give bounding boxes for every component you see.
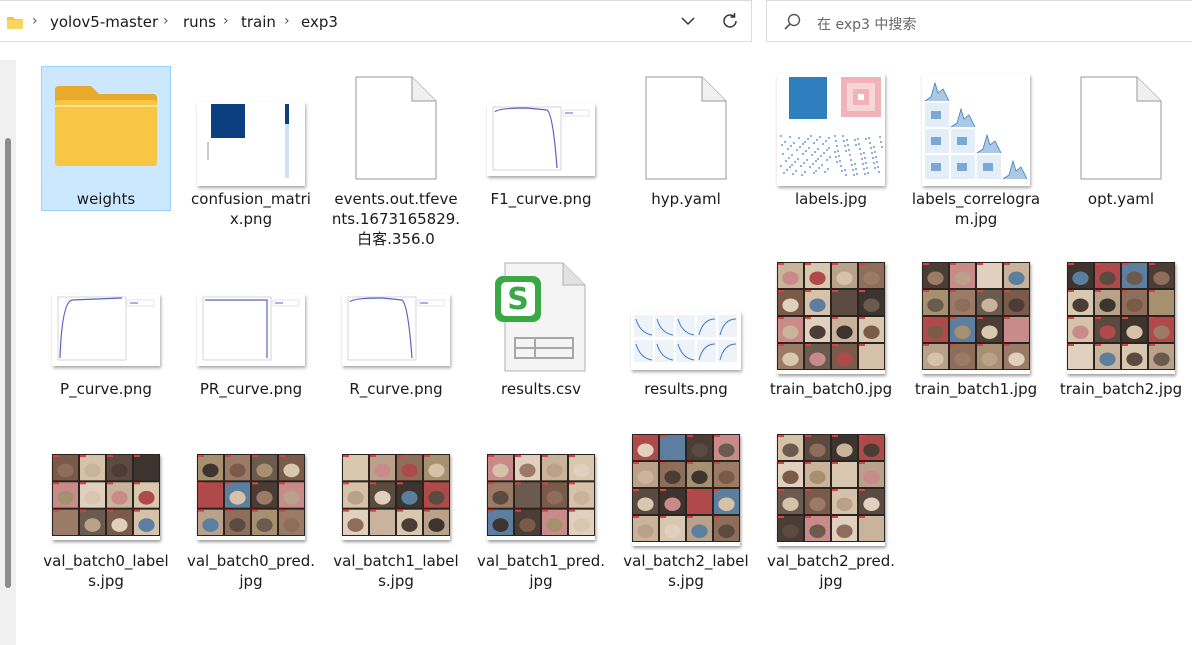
chart-thumbnail-icon xyxy=(922,74,1030,186)
file-item[interactable]: PR_curve.png xyxy=(186,256,316,406)
file-icon xyxy=(1080,76,1162,184)
file-icon xyxy=(645,76,727,184)
breadcrumb-train[interactable]: train xyxy=(241,13,276,31)
image-thumbnail-icon xyxy=(777,434,885,546)
breadcrumb-yolov5-master[interactable]: yolov5-master xyxy=(50,13,158,31)
file-name-label: hyp.yaml xyxy=(651,190,721,208)
file-item[interactable]: val_batch0_labels.jpg xyxy=(41,428,171,590)
chart-thumbnail-icon xyxy=(777,74,885,186)
breadcrumb-runs[interactable]: runs xyxy=(183,13,216,31)
file-name-label: val_batch1_labels.jpg xyxy=(333,552,459,590)
file-item[interactable]: train_batch1.jpg xyxy=(911,256,1041,406)
file-item[interactable]: val_batch0_pred.jpg xyxy=(186,428,316,590)
file-name-label: val_batch1_pred.jpg xyxy=(476,552,605,590)
file-name-label: weights xyxy=(76,190,136,208)
file-item[interactable]: F1_curve.png xyxy=(476,66,606,216)
file-name-label: val_batch2_labels.jpg xyxy=(623,552,749,590)
spreadsheet-icon: S xyxy=(495,262,587,376)
chart-thumbnail-icon xyxy=(487,104,595,176)
file-name-label: events.out.tfevents.1673165829.白客.356.0 xyxy=(331,190,461,248)
file-name-label: confusion_matrix.png xyxy=(191,190,311,228)
file-item[interactable]: train_batch2.jpg xyxy=(1056,256,1186,406)
file-name-label: F1_curve.png xyxy=(490,190,592,208)
file-name-label: val_batch0_pred.jpg xyxy=(186,552,315,590)
breadcrumb-exp3[interactable]: exp3 xyxy=(301,13,338,31)
file-item[interactable]: weights xyxy=(41,66,171,216)
file-item[interactable]: val_batch1_labels.jpg xyxy=(331,428,461,590)
file-item[interactable]: hyp.yaml xyxy=(621,66,751,216)
chart-thumbnail-icon xyxy=(52,294,160,366)
file-name-label: results.csv xyxy=(501,380,581,398)
chart-thumbnail-icon xyxy=(342,294,450,366)
file-name-label: R_curve.png xyxy=(349,380,443,398)
file-name-label: train_batch1.jpg xyxy=(914,380,1038,398)
image-thumbnail-icon xyxy=(922,262,1030,374)
file-item[interactable]: R_curve.png xyxy=(331,256,461,406)
search-box[interactable]: 在 exp3 中搜索 xyxy=(766,0,1192,42)
chart-thumbnail-icon xyxy=(631,312,741,370)
file-name-label: labels_correlogram.jpg xyxy=(911,190,1041,228)
refresh-icon[interactable] xyxy=(720,10,740,36)
file-item[interactable]: val_batch1_pred.jpg xyxy=(476,428,606,590)
address-bar[interactable]: › yolov5-master › runs › train › exp3 xyxy=(0,0,752,42)
file-item[interactable]: Sresults.csv xyxy=(476,256,606,406)
file-name-label: val_batch0_labels.jpg xyxy=(43,552,169,590)
file-name-label: P_curve.png xyxy=(60,380,152,398)
file-item[interactable]: opt.yaml xyxy=(1056,66,1186,216)
image-thumbnail-icon xyxy=(342,454,450,540)
chevron-down-icon[interactable] xyxy=(680,11,696,35)
file-name-label: results.png xyxy=(644,380,728,398)
file-item[interactable]: confusion_matrix.png xyxy=(186,66,316,228)
image-thumbnail-icon xyxy=(197,454,305,540)
file-item[interactable]: events.out.tfevents.1673165829.白客.356.0 xyxy=(331,66,461,248)
vertical-scrollbar[interactable] xyxy=(0,60,16,645)
chart-thumbnail-icon xyxy=(197,102,305,186)
file-item[interactable]: val_batch2_labels.jpg xyxy=(621,428,751,590)
image-thumbnail-icon xyxy=(777,262,885,374)
file-name-label: val_batch2_pred.jpg xyxy=(766,552,895,590)
search-input[interactable]: 在 exp3 中搜索 xyxy=(817,14,916,34)
file-name-label: train_batch0.jpg xyxy=(769,380,893,398)
file-item[interactable]: P_curve.png xyxy=(41,256,171,406)
search-icon xyxy=(783,12,803,36)
scrollbar-thumb[interactable] xyxy=(5,138,11,588)
file-item[interactable]: results.png xyxy=(621,256,751,406)
file-name-label: train_batch2.jpg xyxy=(1059,380,1183,398)
chevron-right-icon: › xyxy=(284,13,290,29)
chart-thumbnail-icon xyxy=(197,294,305,366)
chevron-right-icon: › xyxy=(32,13,38,29)
file-item[interactable]: val_batch2_pred.jpg xyxy=(766,428,896,590)
svg-text:S: S xyxy=(507,282,529,317)
chevron-right-icon: › xyxy=(163,13,169,29)
file-name-label: labels.jpg xyxy=(794,190,868,208)
file-name-label: PR_curve.png xyxy=(199,380,303,398)
image-thumbnail-icon xyxy=(52,454,160,540)
image-thumbnail-icon xyxy=(487,454,595,540)
folder-icon xyxy=(53,84,159,172)
chevron-right-icon: › xyxy=(223,13,229,29)
image-thumbnail-icon xyxy=(632,434,740,546)
file-item[interactable]: labels_correlogram.jpg xyxy=(911,66,1041,228)
file-name-label: opt.yaml xyxy=(1087,190,1155,208)
file-item[interactable]: train_batch0.jpg xyxy=(766,256,896,406)
folder-icon xyxy=(6,14,24,34)
image-thumbnail-icon xyxy=(1067,262,1175,374)
file-item[interactable]: labels.jpg xyxy=(766,66,896,216)
file-icon xyxy=(355,76,437,184)
